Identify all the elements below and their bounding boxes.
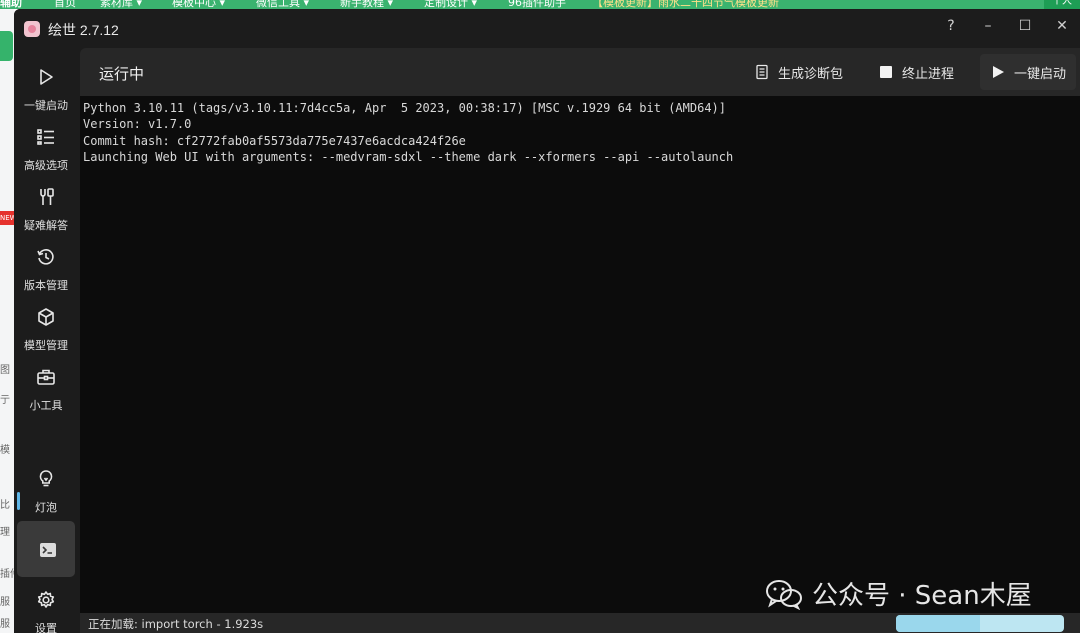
sidebar-item-lightbulb[interactable]: 灯泡 [14, 463, 78, 519]
loading-progress-bar [896, 615, 1064, 632]
app-title: 绘世 2.7.12 [48, 22, 119, 38]
toolbox-icon [37, 369, 55, 385]
background-nav-item[interactable]: 首页 [54, 0, 76, 9]
sidebar-item-console[interactable] [17, 521, 75, 577]
background-nav-item[interactable]: 定制设计 ▾ [424, 0, 477, 9]
progress-fill [896, 615, 980, 632]
background-green-tab [0, 31, 13, 61]
play-icon [993, 66, 1004, 78]
main-panel: 运行中 生成诊断包 终止进程 一键启动 Python 3.10.11 (tags… [80, 48, 1080, 633]
sidebar: 一键启动 高级选项 疑难解答 版本管理 模型管理 小工具 灯泡 设置 [14, 47, 78, 633]
console-line: Commit hash: cf2772fab0af5573da775e7437e… [83, 133, 466, 148]
background-logo: 辅助 [0, 0, 22, 9]
stop-icon [880, 66, 892, 78]
history-icon [37, 249, 54, 265]
sidebar-item-advanced[interactable]: 高级选项 [14, 121, 78, 177]
sidebar-item-label: 高级选项 [24, 159, 68, 172]
one-click-launch-button[interactable]: 一键启动 [980, 54, 1077, 90]
sidebar-item-label: 小工具 [29, 399, 63, 412]
console-line: Launching Web UI with arguments: --medvr… [83, 149, 734, 164]
sidebar-item-versions[interactable]: 版本管理 [14, 241, 78, 297]
watermark-text: 公众号 · Sean木屋 [812, 581, 1032, 611]
list-icon [37, 129, 54, 145]
background-nav-item[interactable]: 96插件助手 [508, 0, 566, 9]
status-bar: 正在加载: import torch - 1.923s [80, 613, 1080, 633]
sidebar-item-launch[interactable]: 一键启动 [14, 61, 78, 117]
sidebar-item-label: 一键启动 [24, 99, 68, 112]
terminal-icon [40, 543, 56, 557]
background-corner-badge: 个人 [1044, 0, 1080, 9]
sidebar-item-label: 疑难解答 [24, 219, 68, 232]
background-text-fragment: 图 [0, 365, 10, 376]
sidebar-item-label: 灯泡 [35, 501, 57, 514]
sidebar-item-settings[interactable]: 设置 [14, 584, 78, 633]
background-notice[interactable]: 【模板更新】雨水二十四节气模板更新 [592, 0, 779, 9]
background-new-badge: NEW [0, 211, 14, 225]
stop-process-button[interactable]: 终止进程 [868, 54, 964, 90]
sidebar-item-models[interactable]: 模型管理 [14, 301, 78, 357]
background-text-fragment: 比 [0, 500, 10, 511]
app-window: 绘世 2.7.12 ? – ☐ ✕ 一键启动 高级选项 疑难解答 版本管理 模型… [14, 9, 1080, 633]
background-nav-item[interactable]: 模板中心 ▾ [172, 0, 225, 9]
background-text-fragment: 亍 [0, 395, 10, 406]
background-text-fragment: 模 [0, 445, 10, 456]
app-logo-icon [24, 21, 40, 37]
console-line: Python 3.10.11 (tags/v3.10.11:7d4cc5a, A… [83, 101, 726, 115]
background-text-fragment: 服 [0, 597, 10, 608]
wechat-icon [766, 579, 802, 610]
document-icon [756, 64, 768, 80]
maximize-button[interactable]: ☐ [1008, 13, 1042, 39]
tools-icon [40, 188, 54, 205]
help-button[interactable]: ? [934, 13, 968, 39]
sidebar-item-label: 版本管理 [24, 279, 68, 292]
title-bar[interactable]: 绘世 2.7.12 ? – ☐ ✕ [14, 9, 1080, 47]
background-text-fragment: 理 [0, 527, 10, 538]
play-icon [40, 69, 53, 85]
background-text-fragment: 服 [0, 619, 10, 630]
background-nav-item[interactable]: 新手教程 ▾ [340, 0, 393, 9]
lightbulb-icon [39, 470, 53, 487]
gear-icon [37, 591, 55, 608]
page-title: 运行中 [99, 65, 145, 83]
sidebar-item-label: 模型管理 [24, 339, 68, 352]
console-output[interactable]: Python 3.10.11 (tags/v3.10.11:7d4cc5a, A… [80, 96, 1080, 613]
sidebar-item-tools[interactable]: 小工具 [14, 361, 78, 417]
diagnostics-button[interactable]: 生成诊断包 [744, 54, 853, 90]
console-line: Version: v1.7.0 [83, 117, 192, 132]
status-text: 正在加载: import torch - 1.923s [88, 617, 264, 631]
background-nav-item[interactable]: 微信工具 ▾ [256, 0, 309, 9]
diagnostics-label: 生成诊断包 [778, 66, 844, 82]
stop-process-label: 终止进程 [902, 66, 955, 82]
close-button[interactable]: ✕ [1045, 13, 1079, 39]
background-nav-item[interactable]: 素材库 ▾ [100, 0, 142, 9]
sidebar-item-troubleshoot[interactable]: 疑难解答 [14, 181, 78, 237]
watermark: 公众号 · Sean木屋 [764, 575, 1032, 612]
background-text-fragment: 插件 [0, 569, 14, 580]
background-left-strip: NEW 图 亍 模 比 理 插件 服 服 [0, 9, 14, 633]
minimize-button[interactable]: – [971, 13, 1005, 39]
active-indicator [17, 492, 20, 510]
cube-icon [38, 308, 54, 326]
sidebar-item-label: 设置 [35, 622, 57, 633]
one-click-launch-label: 一键启动 [1014, 66, 1067, 82]
background-browser-nav: 辅助 首页 素材库 ▾ 模板中心 ▾ 微信工具 ▾ 新手教程 ▾ 定制设计 ▾ … [0, 0, 1080, 9]
